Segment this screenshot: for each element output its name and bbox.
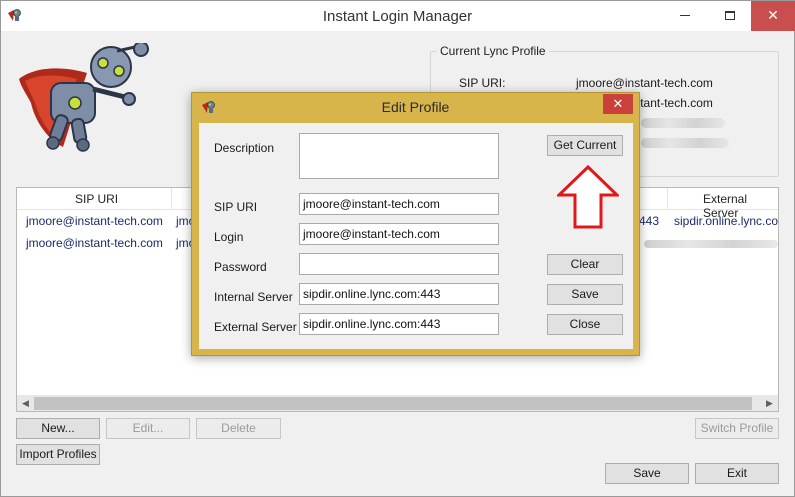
row1-sip-uri[interactable]: jmoore@instant-tech.com <box>26 214 163 228</box>
maximize-button[interactable] <box>712 1 748 31</box>
redacted-value <box>641 118 725 128</box>
row1-external-server[interactable]: sipdir.online.lync.com <box>674 214 778 228</box>
import-profiles-button[interactable]: Import Profiles <box>16 444 100 465</box>
minimize-icon <box>680 15 690 16</box>
column-header-sip-uri[interactable]: SIP URI <box>75 192 118 206</box>
minimize-button[interactable] <box>667 1 703 31</box>
clear-button[interactable]: Clear <box>547 254 623 275</box>
dialog-save-button[interactable]: Save <box>547 284 623 305</box>
row2-sip-uri[interactable]: jmoore@instant-tech.com <box>26 236 163 250</box>
internal-server-field[interactable]: sipdir.online.lync.com:443 <box>299 283 499 305</box>
title-bar: Instant Login Manager ✕ <box>1 1 795 31</box>
description-label: Description <box>214 141 275 155</box>
sip-uri-label: SIP URI <box>214 200 258 214</box>
password-label: Password <box>214 260 267 274</box>
scroll-right-icon[interactable]: ▶ <box>761 396 778 411</box>
login-label: Login <box>214 230 244 244</box>
up-arrow-annotation-icon <box>557 165 619 229</box>
column-divider <box>171 188 172 210</box>
exit-button[interactable]: Exit <box>695 463 779 484</box>
external-server-field[interactable]: sipdir.online.lync.com:443 <box>299 313 499 335</box>
edit-profile-button[interactable]: Edit... <box>106 418 190 439</box>
description-field[interactable] <box>299 133 499 179</box>
redacted-value <box>644 240 778 248</box>
current-profile-legend: Current Lync Profile <box>437 44 549 58</box>
row1-internal-server[interactable]: 443 <box>639 214 659 228</box>
scroll-left-icon[interactable]: ◀ <box>17 396 34 411</box>
dialog-close-button[interactable]: ✕ <box>603 94 633 114</box>
current-sip-uri-label: SIP URI: <box>459 76 506 90</box>
current-sip-uri-value: jmoore@instant-tech.com <box>576 76 713 90</box>
dialog-body: Description Get Current SIP URI jmoore@i… <box>199 123 633 349</box>
login-field[interactable]: jmoore@instant-tech.com <box>299 223 499 245</box>
horizontal-scrollbar[interactable]: ◀ ▶ <box>17 395 778 411</box>
close-button[interactable]: ✕ <box>751 1 795 31</box>
get-current-button[interactable]: Get Current <box>547 135 623 156</box>
delete-profile-button[interactable]: Delete <box>196 418 281 439</box>
external-server-label: External Server <box>214 320 297 334</box>
internal-server-label: Internal Server <box>214 290 293 304</box>
password-field[interactable] <box>299 253 499 275</box>
dialog-title: Edit Profile <box>381 99 450 115</box>
dialog-close-text-button[interactable]: Close <box>547 314 623 335</box>
new-profile-button[interactable]: New... <box>16 418 100 439</box>
maximize-icon <box>725 11 735 20</box>
main-window: Instant Login Manager ✕ Current Lync Pro… <box>0 0 795 497</box>
sip-uri-field[interactable]: jmoore@instant-tech.com <box>299 193 499 215</box>
robot-mascot-logo <box>19 43 149 152</box>
scroll-thumb[interactable] <box>34 397 752 410</box>
redacted-value <box>641 138 729 148</box>
save-button[interactable]: Save <box>605 463 689 484</box>
switch-profile-button[interactable]: Switch Profile <box>695 418 779 439</box>
column-divider <box>667 188 668 210</box>
